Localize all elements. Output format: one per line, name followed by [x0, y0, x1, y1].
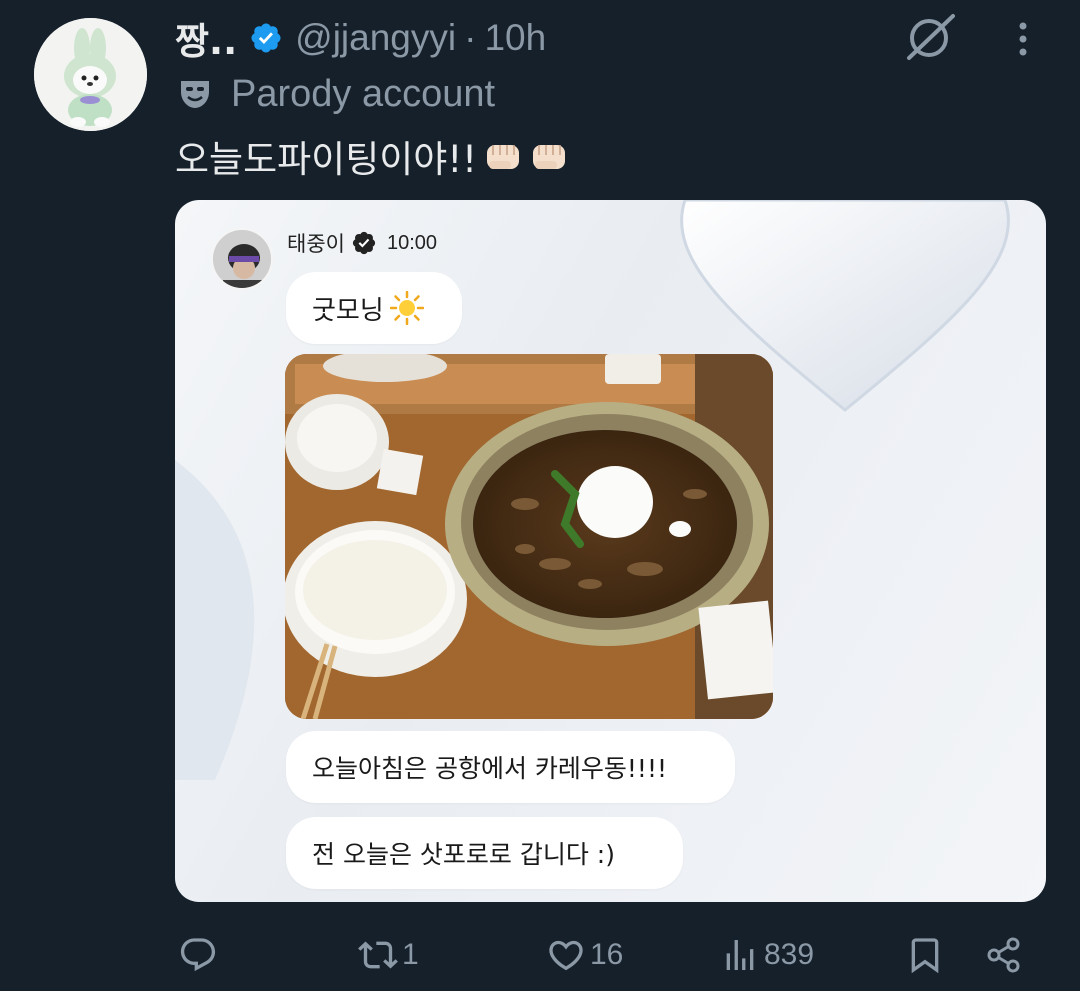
like-count: 16 [590, 938, 624, 971]
reply-button[interactable] [178, 925, 222, 985]
repost-icon [358, 941, 398, 969]
author-avatar[interactable] [34, 18, 147, 131]
views-button[interactable]: 839 [720, 925, 814, 985]
share-icon [987, 937, 1020, 973]
repost-count: 1 [402, 938, 419, 971]
tweet-header: 짱.. @jjangyyi · 10h [175, 11, 546, 65]
like-button[interactable]: 16 [546, 925, 623, 985]
view-count: 839 [764, 938, 815, 971]
curry-udon-photo [285, 354, 773, 719]
verified-badge-icon[interactable] [249, 21, 283, 55]
grok-icon[interactable] [903, 12, 957, 62]
like-icon [549, 940, 583, 971]
author-handle[interactable]: @jjangyyi [295, 17, 456, 59]
bookmark-icon [911, 938, 939, 974]
tweet-body: 오늘도파이팅이야!! [175, 138, 477, 181]
separator-dot: · [464, 17, 477, 58]
heart-background-decoration [175, 460, 255, 780]
fist-emoji-icon [529, 137, 569, 175]
message-time: 10:00 [386, 231, 438, 254]
sun-emoji-icon [389, 290, 425, 326]
tweet-text: 오늘도파이팅이야!! [175, 131, 569, 181]
chat-bubble-text: 굿모닝 [312, 295, 384, 326]
reply-icon [180, 938, 216, 972]
chat-bubble: 굿모닝 [286, 272, 462, 344]
verified-check-icon [351, 230, 377, 256]
repost-button[interactable]: 1 [358, 925, 419, 985]
views-icon [726, 940, 754, 970]
chat-bubble-text: 전 오늘은 삿포로로 갑니다 :) [312, 840, 615, 869]
sender-name: 태중이 [287, 232, 345, 256]
share-button[interactable] [985, 925, 1025, 985]
sender-avatar [211, 228, 273, 290]
sender-header: 태중이 10:00 [287, 228, 437, 258]
parody-account-label: Parody account [231, 72, 496, 115]
chat-bubble-text: 오늘아침은 공항에서 카레우동!!!! [312, 754, 667, 783]
fist-emoji-icon [483, 137, 523, 175]
chat-bubble: 전 오늘은 삿포로로 갑니다 :) [286, 817, 683, 889]
tweet-media-image[interactable]: 태중이 10:00 굿모닝 오늘아침은 공항에서 카레우동!!!! 전 오늘은 … [175, 200, 1046, 902]
tweet: 짱.. @jjangyyi · 10h Parody account 오늘도파이… [0, 0, 1080, 991]
parody-label: Parody account [177, 70, 495, 118]
parody-mask-icon [177, 76, 213, 112]
author-display-name[interactable]: 짱.. [175, 11, 237, 65]
chat-bubble: 오늘아침은 공항에서 카레우동!!!! [286, 731, 735, 803]
bookmark-button[interactable] [905, 925, 945, 985]
tweet-action-bar: 1 16 839 [0, 925, 1080, 985]
more-icon[interactable] [1008, 20, 1038, 60]
tweet-timestamp[interactable]: 10h [484, 17, 546, 59]
